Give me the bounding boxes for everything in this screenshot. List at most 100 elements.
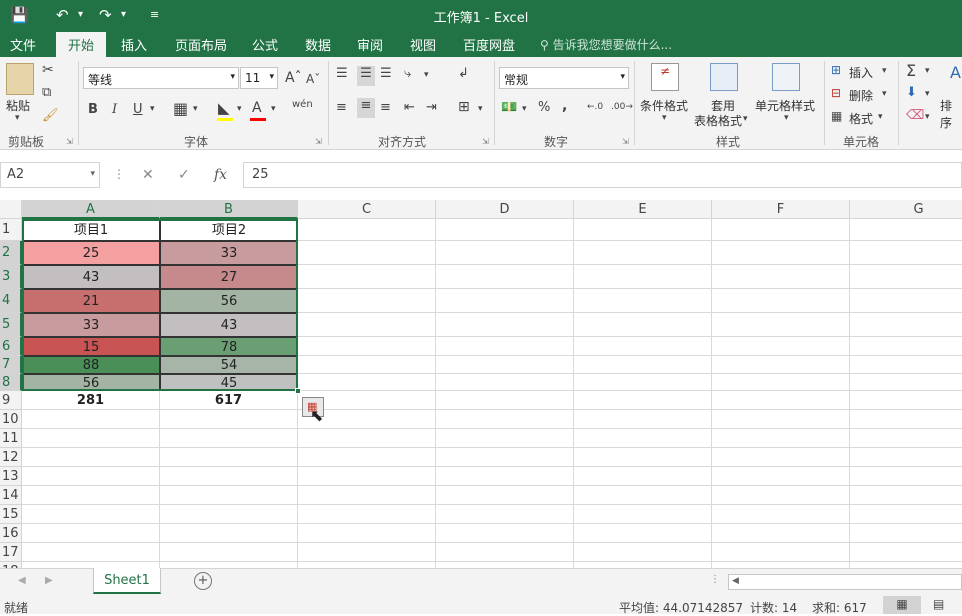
accounting-dropdown-icon[interactable]: ▾ (522, 104, 527, 114)
clear-icon[interactable]: ⌫ (906, 108, 924, 123)
data-cell[interactable]: 56 (160, 289, 298, 313)
add-sheet-icon[interactable]: + (194, 572, 212, 590)
column-header[interactable]: G (850, 200, 962, 219)
tell-me-box[interactable]: ⚲ 告诉我您想要做什么... (540, 36, 672, 53)
grid-cell[interactable] (574, 543, 712, 562)
header-cell[interactable]: 项目1 (22, 219, 160, 241)
grid-cell[interactable] (160, 486, 298, 505)
grid-cell[interactable] (712, 289, 850, 313)
grid-cell[interactable] (298, 467, 436, 486)
grid-cell[interactable] (712, 337, 850, 356)
italic-icon[interactable]: I (112, 102, 117, 117)
grid-cell[interactable] (22, 505, 160, 524)
column-header[interactable]: C (298, 200, 436, 219)
grid-cell[interactable] (850, 543, 962, 562)
top-align-icon[interactable]: ☰ (336, 66, 348, 81)
grid-cell[interactable] (298, 219, 436, 241)
fill-dropdown-icon[interactable]: ▾ (237, 104, 242, 114)
insert-function-icon[interactable]: fx (214, 167, 227, 183)
fill-handle[interactable] (295, 388, 301, 394)
data-cell[interactable]: 54 (160, 356, 298, 374)
insert-dropdown-icon[interactable]: ▾ (882, 66, 887, 76)
fill-dropdown-icon[interactable]: ▾ (925, 89, 930, 99)
grid-cell[interactable] (850, 467, 962, 486)
grid-cell[interactable] (574, 289, 712, 313)
fill-color-icon[interactable]: ◣ (218, 99, 230, 117)
cancel-icon[interactable]: ✕ (142, 167, 154, 183)
horizontal-scrollbar[interactable]: ◀ (728, 574, 962, 590)
data-cell[interactable]: 15 (22, 337, 160, 356)
grid-cell[interactable] (22, 448, 160, 467)
scroll-left-icon[interactable]: ◀ (18, 575, 26, 586)
row-header[interactable]: 4 (0, 289, 22, 313)
number-format-select[interactable]: 常规 ▾ (499, 67, 629, 89)
grid-cell[interactable] (574, 337, 712, 356)
row-header[interactable]: 11 (0, 429, 22, 448)
grid-cell[interactable] (712, 241, 850, 265)
format-dropdown-icon[interactable]: ▾ (878, 112, 883, 122)
data-cell[interactable]: 33 (22, 313, 160, 337)
borders-icon[interactable]: ▦ (173, 99, 188, 118)
grid-cell[interactable] (850, 356, 962, 374)
grid-cell[interactable] (574, 241, 712, 265)
grid-cell[interactable] (436, 219, 574, 241)
grid-cell[interactable] (22, 410, 160, 429)
delete-cells-icon[interactable]: ⊟ (831, 86, 841, 100)
grid-cell[interactable] (436, 486, 574, 505)
grid-cell[interactable] (574, 410, 712, 429)
name-box[interactable]: A2 ▾ (0, 162, 100, 188)
underline-dropdown-icon[interactable]: ▾ (150, 104, 155, 114)
row-header[interactable]: 6 (0, 337, 22, 356)
alignment-launcher-icon[interactable]: ⇲ (482, 137, 489, 146)
decrease-font-icon[interactable]: Aˇ (306, 72, 320, 86)
total-cell[interactable]: 281 (22, 391, 160, 410)
insert-cells-icon[interactable]: ⊞ (831, 63, 841, 77)
fill-icon[interactable]: ⬇ (906, 85, 917, 100)
data-cell[interactable]: 43 (160, 313, 298, 337)
enter-icon[interactable]: ✓ (178, 167, 190, 183)
grid-cell[interactable] (298, 429, 436, 448)
grid-cell[interactable] (712, 448, 850, 467)
orientation-icon[interactable]: ⤷ (404, 66, 411, 81)
grid-cell[interactable] (850, 410, 962, 429)
row-header[interactable]: 5 (0, 313, 22, 337)
grid-cell[interactable] (850, 289, 962, 313)
decrease-decimal-icon[interactable]: .00→ (611, 102, 633, 112)
grid-cell[interactable] (712, 543, 850, 562)
tab-file[interactable]: 文件 (10, 35, 36, 54)
font-size-select[interactable]: 11 ▾ (240, 67, 278, 89)
cell-styles-button[interactable]: 单元格样式 (755, 97, 815, 114)
grid-cell[interactable] (436, 337, 574, 356)
grid-cell[interactable] (574, 313, 712, 337)
grid-cell[interactable] (436, 356, 574, 374)
grid-cell[interactable] (22, 524, 160, 543)
grid-cell[interactable] (574, 429, 712, 448)
grid-cell[interactable] (574, 374, 712, 391)
autosum-dropdown-icon[interactable]: ▾ (925, 66, 930, 76)
grid-cell[interactable] (436, 313, 574, 337)
row-header[interactable]: 13 (0, 467, 22, 486)
grid-cell[interactable] (160, 448, 298, 467)
column-header[interactable]: A (22, 200, 160, 219)
grid-cell[interactable] (298, 374, 436, 391)
grid-cell[interactable] (850, 337, 962, 356)
grid-cell[interactable] (712, 391, 850, 410)
decrease-indent-icon[interactable]: ⇤ (404, 100, 415, 115)
grid-cell[interactable] (574, 448, 712, 467)
tab-home[interactable]: 开始 (56, 32, 107, 57)
data-cell[interactable]: 45 (160, 374, 298, 391)
cell-styles-dropdown-icon[interactable]: ▾ (784, 113, 789, 123)
grid-cell[interactable] (850, 374, 962, 391)
format-as-table-label-2[interactable]: 表格格式 (694, 112, 742, 129)
worksheet-grid[interactable]: A B C D E F G 1 项目1 项目2 2 25 33 3 43 27 4 21 56 5 33 4… (0, 200, 962, 568)
grid-cell[interactable] (712, 467, 850, 486)
grid-cell[interactable] (574, 505, 712, 524)
row-header[interactable]: 3 (0, 265, 22, 289)
tab-data[interactable]: 数据 (305, 35, 331, 54)
clipboard-launcher-icon[interactable]: ⇲ (66, 137, 73, 146)
row-header[interactable]: 10 (0, 410, 22, 429)
grid-cell[interactable] (298, 337, 436, 356)
row-header[interactable]: 15 (0, 505, 22, 524)
grid-cell[interactable] (298, 543, 436, 562)
grid-cell[interactable] (850, 391, 962, 410)
